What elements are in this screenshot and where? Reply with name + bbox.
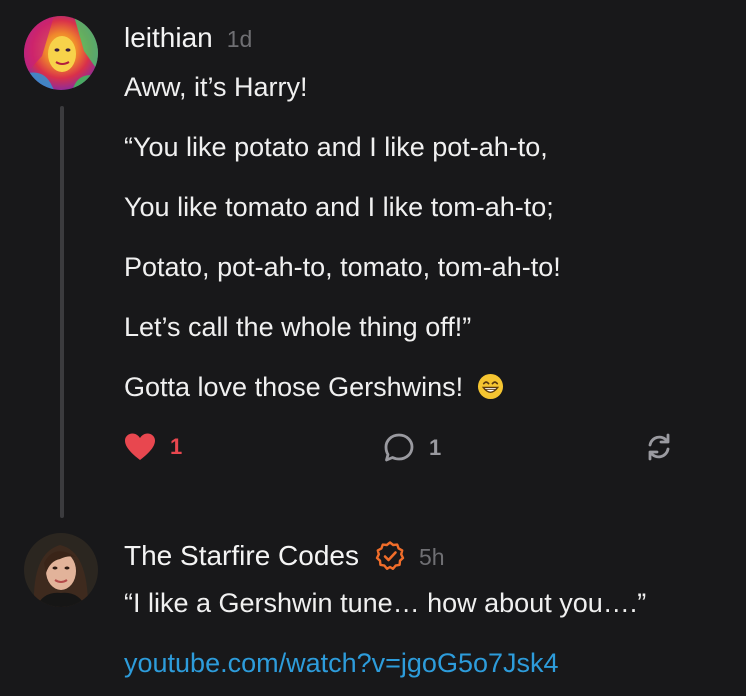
- post-text-line: “I like a Gershwin tune… how about you….…: [124, 588, 647, 618]
- like-count: 1: [170, 434, 183, 459]
- avatar[interactable]: [24, 533, 98, 607]
- author-name[interactable]: leithian: [124, 22, 213, 54]
- post-header: leithian 1d: [124, 22, 252, 54]
- post-text-line: Aww, it’s Harry!: [124, 72, 308, 102]
- youtube-link[interactable]: youtube.com/watch?v=jgoG5o7Jsk4: [124, 648, 559, 679]
- reply-count: 1: [429, 435, 442, 460]
- post-text-line: You like tomato and I like tom-ah-to;: [124, 192, 554, 222]
- avatar[interactable]: [24, 16, 98, 90]
- post-header: The Starfire Codes 5h: [124, 540, 445, 572]
- restack-button[interactable]: [644, 432, 674, 462]
- post-timestamp[interactable]: 5h: [419, 544, 445, 571]
- post-text-line: Potato, pot-ah-to, tomato, tom-ah-to!: [124, 252, 561, 282]
- author-name[interactable]: The Starfire Codes: [124, 540, 359, 572]
- verified-badge-icon: [375, 541, 405, 570]
- grinning-face-emoji-icon: [477, 373, 503, 400]
- refresh-icon: [648, 433, 670, 461]
- like-button[interactable]: 1: [124, 432, 182, 462]
- post-text-last-line: Gotta love those Gershwins!: [124, 372, 504, 403]
- post-text-line: Let’s call the whole thing off!”: [124, 312, 472, 342]
- post-text-line: “You like potato and I like pot-ah-to,: [124, 132, 548, 162]
- heart-icon: [125, 433, 155, 460]
- reply-button[interactable]: 1: [383, 432, 441, 464]
- post-actions: 1 1: [0, 428, 746, 468]
- comment-bubble-icon: [384, 433, 414, 462]
- post-text-line: Gotta love those Gershwins!: [124, 372, 464, 402]
- post-timestamp[interactable]: 1d: [227, 26, 253, 53]
